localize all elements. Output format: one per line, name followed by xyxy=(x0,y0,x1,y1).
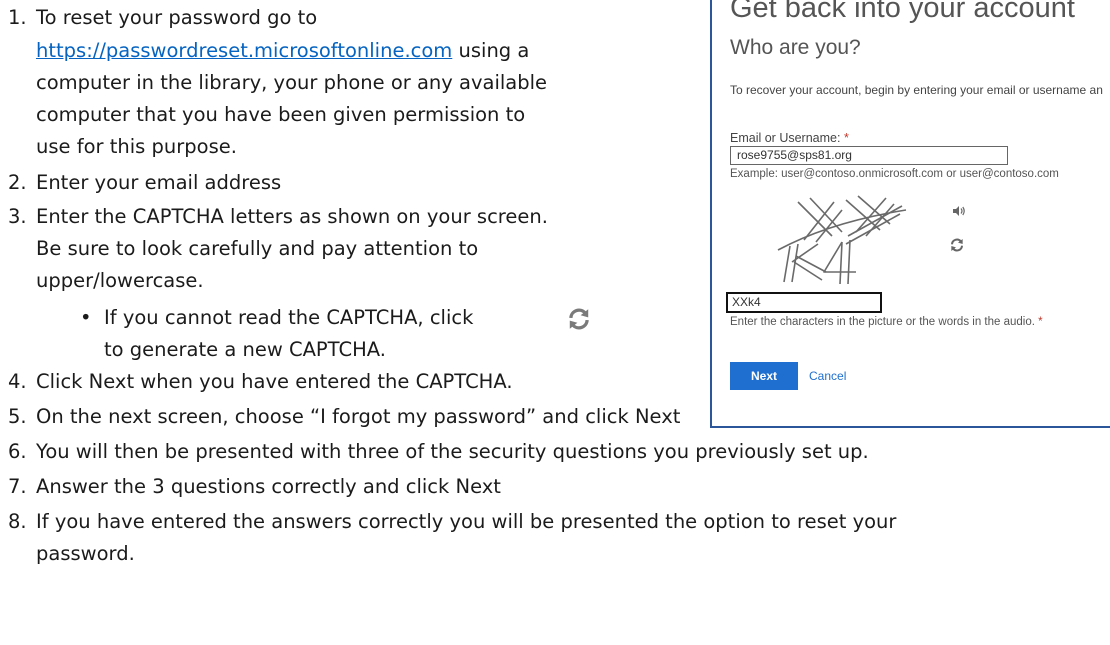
step-number: 7. xyxy=(8,475,27,498)
step-text: On the next screen, choose “I forgot my … xyxy=(36,405,681,428)
email-label-text: Email or Username: xyxy=(730,131,844,145)
step-text: Answer the 3 questions correctly and cli… xyxy=(36,475,501,498)
password-reset-screenshot: Get back into your account Who are you? … xyxy=(710,0,1110,428)
refresh-icon xyxy=(569,308,589,330)
bullet-symbol: • xyxy=(80,306,92,329)
step-text: To reset your password go to xyxy=(36,6,318,29)
password-reset-link[interactable]: https://passwordreset.microsoftonline.co… xyxy=(36,39,452,62)
captcha-input[interactable]: XXk4 xyxy=(726,292,882,313)
step-text: Enter your email address xyxy=(36,171,282,194)
step-text: You will then be presented with three of… xyxy=(36,440,869,463)
refresh-icon[interactable] xyxy=(949,237,965,253)
step-text: password. xyxy=(36,542,135,565)
instructions-document: 1. To reset your password go to https://… xyxy=(0,0,1110,645)
cancel-link[interactable]: Cancel xyxy=(809,369,846,383)
speaker-icon[interactable] xyxy=(952,204,966,218)
step-number: 8. xyxy=(8,510,27,533)
email-label: Email or Username: * xyxy=(730,131,849,145)
captcha-image xyxy=(777,195,907,284)
email-input[interactable]: rose9755@sps81.org xyxy=(730,146,1008,165)
step-number: 1. xyxy=(8,6,27,29)
step-number: 4. xyxy=(8,370,27,393)
email-example: Example: user@contoso.onmicrosoft.com or… xyxy=(730,168,1059,180)
step-text: upper/lowercase. xyxy=(36,269,204,292)
step-number: 5. xyxy=(8,405,27,428)
step-text: Enter the CAPTCHA letters as shown on yo… xyxy=(36,205,548,228)
step-text: computer that you have been given permis… xyxy=(36,103,526,126)
step-number: 2. xyxy=(8,171,27,194)
bullet-text: to generate a new CAPTCHA. xyxy=(104,338,386,361)
step-text: Be sure to look carefully and pay attent… xyxy=(36,237,479,260)
panel-title: Get back into your account xyxy=(730,0,1075,24)
captcha-hint: Enter the characters in the picture or t… xyxy=(730,316,1043,328)
required-mark: * xyxy=(1038,316,1043,328)
step-number: 3. xyxy=(8,205,27,228)
panel-subtitle: Who are you? xyxy=(730,36,861,59)
required-mark: * xyxy=(843,131,849,145)
next-button[interactable]: Next xyxy=(730,362,798,390)
step-number: 6. xyxy=(8,440,27,463)
step-text: using a xyxy=(452,39,530,62)
bullet-text: If you cannot read the CAPTCHA, click xyxy=(104,306,474,329)
step-text: If you have entered the answers correctl… xyxy=(36,510,897,533)
captcha-hint-text: Enter the characters in the picture or t… xyxy=(730,316,1039,328)
step-text: Click Next when you have entered the CAP… xyxy=(36,370,513,393)
panel-intro-text: To recover your account, begin by enteri… xyxy=(730,83,1103,97)
step-text: computer in the library, your phone or a… xyxy=(36,71,548,94)
step-text: use for this purpose. xyxy=(36,135,237,158)
